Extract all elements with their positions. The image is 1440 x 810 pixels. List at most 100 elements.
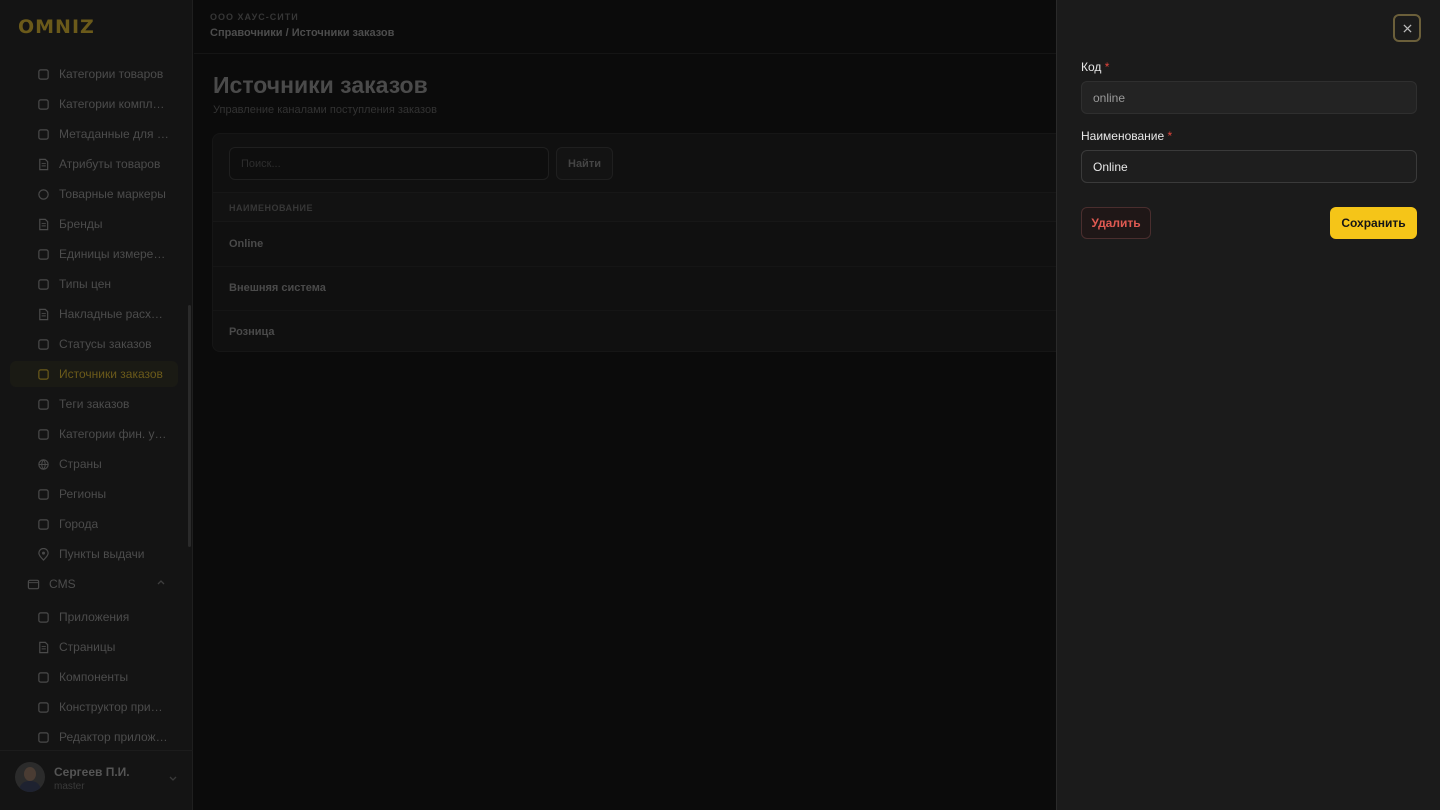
required-mark: *: [1167, 129, 1173, 143]
edit-icon: [36, 730, 50, 744]
code-label-text: Код: [1081, 60, 1102, 74]
card-icon: [36, 427, 50, 441]
omniz-logo[interactable]: OMNIZ: [18, 16, 95, 38]
sidebar-item-label: Метаданные для витрины: [59, 127, 169, 141]
sidebar-item-label: Категории фин. учета: [59, 427, 169, 441]
organization-name: ООО ХАУС-СИТИ: [210, 12, 299, 22]
row-name: Внешняя система: [229, 282, 326, 294]
sidebar-section-label: CMS: [49, 577, 76, 591]
sidebar-item[interactable]: Редактор приложений: [10, 724, 178, 750]
search-input[interactable]: Поиск...: [229, 147, 549, 180]
sidebar-item[interactable]: Категории фин. учета: [10, 421, 178, 447]
sidebar-item[interactable]: Страницы: [10, 634, 178, 660]
sidebar-item-label: Теги заказов: [59, 397, 130, 411]
sidebar-item-label: Атрибуты товаров: [59, 157, 161, 171]
user-name: Сергеев П.И.: [54, 765, 130, 779]
table-row[interactable]: Внешняя система: [213, 267, 1073, 311]
user-role: master: [54, 781, 85, 792]
name-label: Наименование *: [1081, 129, 1172, 143]
sidebar-item-label: Конструктор приложений: [59, 700, 169, 714]
chevron-up-icon: [157, 580, 165, 585]
sidebar-item-label: Единицы измерения: [59, 247, 169, 261]
sidebar-item[interactable]: Метаданные для витрины: [10, 121, 178, 147]
circle-icon: [36, 187, 50, 201]
tag-box-icon: [36, 397, 50, 411]
sidebar-item[interactable]: Типы цен: [10, 271, 178, 297]
sidebar-item[interactable]: Теги заказов: [10, 391, 178, 417]
sidebar-item[interactable]: Категории товаров: [10, 61, 178, 87]
close-icon: [1402, 23, 1412, 33]
find-button[interactable]: Найти: [556, 147, 613, 180]
sidebar-scrollbar[interactable]: [188, 305, 191, 547]
sidebar-item-label: Регионы: [59, 487, 107, 501]
avatar: [15, 762, 45, 792]
save-button[interactable]: Сохранить: [1330, 207, 1417, 239]
code-field[interactable]: online: [1081, 81, 1417, 114]
sliders-icon: [36, 127, 50, 141]
sidebar-item-label: Бренды: [59, 217, 103, 231]
edit-drawer: Код * online Наименование * Online Удали…: [1056, 0, 1440, 810]
sidebar-item-label: Приложения: [59, 610, 130, 624]
sidebar-item[interactable]: Единицы измерения: [10, 241, 178, 267]
table-header: НАИМЕНОВАНИЕ: [213, 192, 1073, 222]
bookmark-icon: [36, 217, 50, 231]
table-row[interactable]: Online: [213, 223, 1073, 267]
map-icon: [36, 487, 50, 501]
sidebar: OMNIZ Категории товаров Категории комплек…: [0, 0, 193, 810]
sidebar-item-label: Категории комплектов: [59, 97, 169, 111]
name-field[interactable]: Online: [1081, 150, 1417, 183]
tools-icon: [36, 700, 50, 714]
sidebar-item-label: Страницы: [59, 640, 116, 654]
delete-button[interactable]: Удалить: [1081, 207, 1151, 239]
broadcast-icon: [36, 367, 50, 381]
close-button[interactable]: [1393, 14, 1421, 42]
browser-window-icon: [26, 577, 40, 591]
table-row[interactable]: Розница: [213, 311, 1073, 355]
globe-icon: [36, 457, 50, 471]
sidebar-item-label: Статусы заказов: [59, 337, 152, 351]
sidebar-item[interactable]: Страны: [10, 451, 178, 477]
document-icon: [36, 157, 50, 171]
sidebar-item[interactable]: Регионы: [10, 481, 178, 507]
components-icon: [36, 670, 50, 684]
building-icon: [36, 517, 50, 531]
name-label-text: Наименование: [1081, 129, 1165, 143]
page-subtitle: Управление каналами поступления заказов: [213, 104, 437, 116]
receipt-icon: [36, 307, 50, 321]
page-title: Источники заказов: [213, 72, 428, 98]
sidebar-item-label: Накладные расходы: [59, 307, 169, 321]
magic-wand-icon: [36, 610, 50, 624]
sidebar-item[interactable]: Статусы заказов: [10, 331, 178, 357]
required-mark: *: [1104, 60, 1110, 74]
user-profile[interactable]: Сергеев П.И. master: [0, 750, 193, 810]
sidebar-item[interactable]: Конструктор приложений: [10, 694, 178, 720]
sidebar-section-cms[interactable]: CMS: [10, 571, 178, 597]
sidebar-item[interactable]: Атрибуты товаров: [10, 151, 178, 177]
sidebar-item[interactable]: Бренды: [10, 211, 178, 237]
sidebar-item[interactable]: Источники заказов: [10, 361, 178, 387]
breadcrumb: Справочники / Источники заказов: [210, 27, 395, 39]
price-tag-icon: [36, 277, 50, 291]
logo-text: OMNIZ: [18, 16, 95, 38]
ruler-icon: [36, 247, 50, 261]
sidebar-item[interactable]: Приложения: [10, 604, 178, 630]
sidebar-item-label: Пункты выдачи: [59, 547, 145, 561]
sidebar-item-label: Типы цен: [59, 277, 112, 291]
route-icon: [36, 337, 50, 351]
sidebar-item[interactable]: Города: [10, 511, 178, 537]
sidebar-item-label: Категории товаров: [59, 67, 164, 81]
sidebar-item[interactable]: Компоненты: [10, 664, 178, 690]
sidebar-item[interactable]: Категории комплектов: [10, 91, 178, 117]
sidebar-item[interactable]: Пункты выдачи: [10, 541, 178, 567]
pin-icon: [36, 547, 50, 561]
sidebar-item-label: Редактор приложений: [59, 730, 169, 744]
sidebar-item-label: Компоненты: [59, 670, 129, 684]
sidebar-item[interactable]: Накладные расходы: [10, 301, 178, 327]
top-bar: ООО ХАУС-СИТИ Справочники / Источники за…: [194, 0, 1056, 54]
sidebar-item[interactable]: Товарные маркеры: [10, 181, 178, 207]
code-label: Код *: [1081, 60, 1109, 74]
sidebar-item-label: Товарные маркеры: [59, 187, 166, 201]
row-name: Online: [229, 238, 264, 250]
column-header-name: НАИМЕНОВАНИЕ: [229, 203, 313, 213]
kit-icon: [36, 97, 50, 111]
